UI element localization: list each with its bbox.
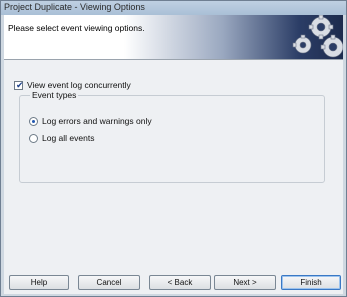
- log-all-events-radio-row[interactable]: Log all events: [29, 133, 94, 143]
- event-types-legend: Event types: [30, 90, 79, 100]
- next-button[interactable]: Next >: [214, 275, 276, 290]
- checkmark-icon: ✔: [16, 79, 24, 90]
- view-event-log-checkbox-row[interactable]: ✔ View event log concurrently: [14, 80, 131, 90]
- radio-selected-dot: [32, 119, 35, 123]
- dialog-window: Project Duplicate - Viewing Options Plea…: [0, 0, 347, 297]
- button-bar: Help Cancel < Back Next > Finish: [4, 267, 343, 294]
- title-bar[interactable]: Project Duplicate - Viewing Options: [1, 1, 346, 15]
- log-all-events-radio[interactable]: [29, 133, 38, 143]
- window-title: Project Duplicate - Viewing Options: [4, 2, 145, 12]
- event-types-group: Event types Log errors and warnings only…: [19, 90, 325, 183]
- view-event-log-label[interactable]: View event log concurrently: [27, 80, 131, 90]
- finish-button[interactable]: Finish: [281, 275, 341, 290]
- cancel-button[interactable]: Cancel: [78, 275, 140, 290]
- log-all-events-label[interactable]: Log all events: [42, 133, 94, 143]
- gears-icon: [292, 15, 343, 58]
- back-button[interactable]: < Back: [149, 275, 211, 290]
- log-errors-warnings-label[interactable]: Log errors and warnings only: [42, 116, 152, 126]
- view-event-log-checkbox[interactable]: ✔: [14, 79, 24, 90]
- header-banner: Please select event viewing options.: [4, 15, 343, 59]
- help-button[interactable]: Help: [9, 275, 69, 290]
- options-panel: ✔ View event log concurrently Event type…: [4, 59, 343, 268]
- log-errors-warnings-radio[interactable]: [29, 116, 38, 126]
- header-instruction: Please select event viewing options.: [8, 23, 145, 33]
- log-errors-warnings-radio-row[interactable]: Log errors and warnings only: [29, 116, 152, 126]
